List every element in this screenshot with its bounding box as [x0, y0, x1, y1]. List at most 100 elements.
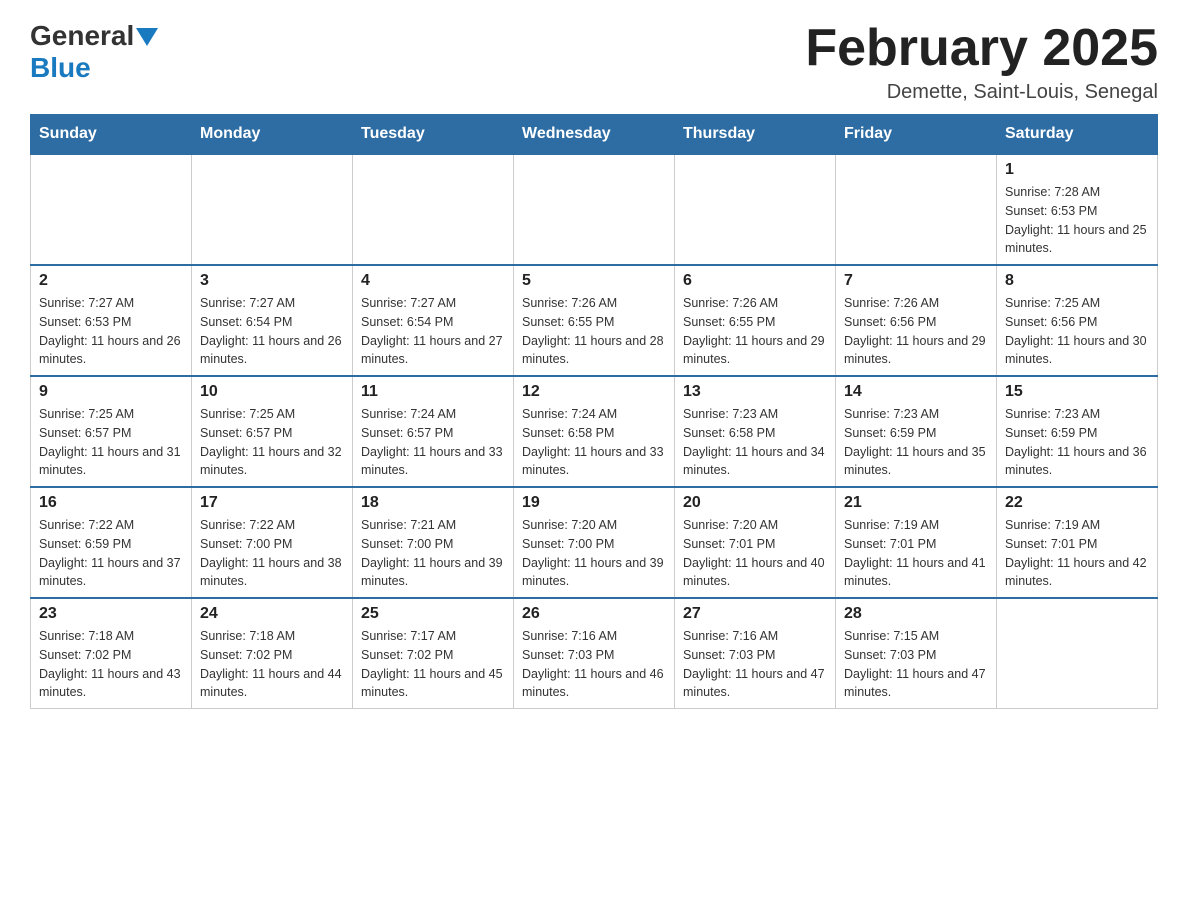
- day-number: 19: [522, 494, 666, 512]
- calendar-cell: 19 Sunrise: 7:20 AMSunset: 7:00 PMDayligh…: [514, 487, 675, 598]
- day-number: 8: [1005, 272, 1149, 290]
- day-info: Sunrise: 7:23 AMSunset: 6:58 PMDaylight:…: [683, 405, 827, 480]
- day-info: Sunrise: 7:26 AMSunset: 6:55 PMDaylight:…: [683, 294, 827, 369]
- day-of-week-thursday: Thursday: [675, 115, 836, 155]
- day-number: 16: [39, 494, 183, 512]
- calendar-cell: [31, 154, 192, 265]
- day-number: 1: [1005, 161, 1149, 179]
- day-number: 21: [844, 494, 988, 512]
- calendar-cell: 9Sunrise: 7:25 AMSunset: 6:57 PMDaylight…: [31, 376, 192, 487]
- calendar-cell: [836, 154, 997, 265]
- calendar-cell: 24Sunrise: 7:18 AMSunset: 7:02 PMDayligh…: [192, 598, 353, 709]
- day-number: 9: [39, 383, 183, 401]
- calendar-cell: 18 Sunrise: 7:21 AMSunset: 7:00 PMDayligh…: [353, 487, 514, 598]
- calendar-week-3: 9 Sunrise: 7:25 AMSunset: 6:57 PMDaylight…: [31, 376, 1158, 487]
- day-info: Sunrise: 7:20 AMSunset: 7:00 PMDaylight:…: [522, 516, 666, 591]
- calendar-cell: 11 Sunrise: 7:24 AMSunset: 6:57 PMDayligh…: [353, 376, 514, 487]
- day-info: Sunrise: 7:28 AMSunset: 6:53 PMDaylight:…: [1005, 183, 1149, 258]
- day-info: Sunrise: 7:21 AMSunset: 7:00 PMDaylight:…: [361, 516, 505, 591]
- day-number: 4: [361, 272, 505, 290]
- day-number: 5: [522, 272, 666, 290]
- calendar-week-4: 16 Sunrise: 7:22 AMSunset: 6:59 PMDayligh…: [31, 487, 1158, 598]
- day-info: Sunrise: 7:18 AMSunset: 7:02 PMDaylight:…: [39, 627, 183, 702]
- day-info: Sunrise: 7:18 AMSunset: 7:02 PMDaylight:…: [200, 627, 344, 702]
- day-info: Sunrise: 7:25 AMSunset: 6:57 PMDaylight:…: [200, 405, 344, 480]
- logo-blue-text: Blue: [30, 52, 91, 83]
- calendar-cell: [997, 598, 1158, 709]
- day-info: Sunrise: 7:23 AMSunset: 6:59 PMDaylight:…: [844, 405, 988, 480]
- calendar-cell: 10Sunrise: 7:25 AMSunset: 6:57 PMDayligh…: [192, 376, 353, 487]
- day-info: Sunrise: 7:27 AMSunset: 6:53 PMDaylight:…: [39, 294, 183, 369]
- day-info: Sunrise: 7:22 AMSunset: 6:59 PMDaylight:…: [39, 516, 183, 591]
- day-number: 25: [361, 605, 505, 623]
- calendar-body: 1 Sunrise: 7:28 AMSunset: 6:53 PMDaylight…: [31, 154, 1158, 709]
- day-number: 27: [683, 605, 827, 623]
- day-info: Sunrise: 7:27 AMSunset: 6:54 PMDaylight:…: [200, 294, 344, 369]
- page-title: February 2025: [805, 20, 1158, 77]
- calendar-cell: 21 Sunrise: 7:19 AMSunset: 7:01 PMDayligh…: [836, 487, 997, 598]
- calendar-cell: 15 Sunrise: 7:23 AMSunset: 6:59 PMDayligh…: [997, 376, 1158, 487]
- calendar-cell: 3 Sunrise: 7:27 AMSunset: 6:54 PMDaylight…: [192, 265, 353, 376]
- day-number: 3: [200, 272, 344, 290]
- calendar-cell: 17 Sunrise: 7:22 AMSunset: 7:00 PMDayligh…: [192, 487, 353, 598]
- calendar-cell: 12 Sunrise: 7:24 AMSunset: 6:58 PMDayligh…: [514, 376, 675, 487]
- day-number: 20: [683, 494, 827, 512]
- day-number: 2: [39, 272, 183, 290]
- day-number: 11: [361, 383, 505, 401]
- day-of-week-wednesday: Wednesday: [514, 115, 675, 155]
- calendar-cell: 26 Sunrise: 7:16 AMSunset: 7:03 PMDayligh…: [514, 598, 675, 709]
- calendar-cell: 2 Sunrise: 7:27 AMSunset: 6:53 PMDaylight…: [31, 265, 192, 376]
- day-info: Sunrise: 7:19 AMSunset: 7:01 PMDaylight:…: [1005, 516, 1149, 591]
- day-info: Sunrise: 7:27 AMSunset: 6:54 PMDaylight:…: [361, 294, 505, 369]
- calendar-header: SundayMondayTuesdayWednesdayThursdayFrid…: [31, 115, 1158, 155]
- day-number: 18: [361, 494, 505, 512]
- day-info: Sunrise: 7:24 AMSunset: 6:58 PMDaylight:…: [522, 405, 666, 480]
- day-info: Sunrise: 7:16 AMSunset: 7:03 PMDaylight:…: [683, 627, 827, 702]
- calendar-cell: 16 Sunrise: 7:22 AMSunset: 6:59 PMDayligh…: [31, 487, 192, 598]
- day-info: Sunrise: 7:19 AMSunset: 7:01 PMDaylight:…: [844, 516, 988, 591]
- day-number: 28: [844, 605, 988, 623]
- logo-general-text: General: [30, 20, 134, 52]
- day-number: 12: [522, 383, 666, 401]
- page-header: General Blue February 2025 Demette, Sain…: [30, 20, 1158, 104]
- calendar-week-2: 2 Sunrise: 7:27 AMSunset: 6:53 PMDaylight…: [31, 265, 1158, 376]
- calendar-cell: 25 Sunrise: 7:17 AMSunset: 7:02 PMDayligh…: [353, 598, 514, 709]
- calendar-table: SundayMondayTuesdayWednesdayThursdayFrid…: [30, 114, 1158, 709]
- day-of-week-friday: Friday: [836, 115, 997, 155]
- calendar-week-1: 1 Sunrise: 7:28 AMSunset: 6:53 PMDaylight…: [31, 154, 1158, 265]
- calendar-cell: [353, 154, 514, 265]
- calendar-cell: 27 Sunrise: 7:16 AMSunset: 7:03 PMDayligh…: [675, 598, 836, 709]
- calendar-cell: 14 Sunrise: 7:23 AMSunset: 6:59 PMDayligh…: [836, 376, 997, 487]
- calendar-cell: 4 Sunrise: 7:27 AMSunset: 6:54 PMDaylight…: [353, 265, 514, 376]
- day-of-week-saturday: Saturday: [997, 115, 1158, 155]
- day-number: 26: [522, 605, 666, 623]
- day-number: 15: [1005, 383, 1149, 401]
- calendar-cell: 13Sunrise: 7:23 AMSunset: 6:58 PMDayligh…: [675, 376, 836, 487]
- day-info: Sunrise: 7:17 AMSunset: 7:02 PMDaylight:…: [361, 627, 505, 702]
- logo: General Blue: [30, 20, 158, 84]
- calendar-week-5: 23 Sunrise: 7:18 AMSunset: 7:02 PMDayligh…: [31, 598, 1158, 709]
- day-info: Sunrise: 7:26 AMSunset: 6:56 PMDaylight:…: [844, 294, 988, 369]
- calendar-cell: [192, 154, 353, 265]
- day-info: Sunrise: 7:16 AMSunset: 7:03 PMDaylight:…: [522, 627, 666, 702]
- day-number: 23: [39, 605, 183, 623]
- day-number: 14: [844, 383, 988, 401]
- calendar-cell: 5Sunrise: 7:26 AMSunset: 6:55 PMDaylight…: [514, 265, 675, 376]
- day-info: Sunrise: 7:25 AMSunset: 6:56 PMDaylight:…: [1005, 294, 1149, 369]
- calendar-cell: 7 Sunrise: 7:26 AMSunset: 6:56 PMDaylight…: [836, 265, 997, 376]
- day-number: 7: [844, 272, 988, 290]
- day-info: Sunrise: 7:23 AMSunset: 6:59 PMDaylight:…: [1005, 405, 1149, 480]
- day-info: Sunrise: 7:22 AMSunset: 7:00 PMDaylight:…: [200, 516, 344, 591]
- calendar-cell: [514, 154, 675, 265]
- day-info: Sunrise: 7:20 AMSunset: 7:01 PMDaylight:…: [683, 516, 827, 591]
- day-number: 17: [200, 494, 344, 512]
- calendar-cell: 8 Sunrise: 7:25 AMSunset: 6:56 PMDaylight…: [997, 265, 1158, 376]
- calendar-cell: 22Sunrise: 7:19 AMSunset: 7:01 PMDayligh…: [997, 487, 1158, 598]
- day-of-week-monday: Monday: [192, 115, 353, 155]
- title-block: February 2025 Demette, Saint-Louis, Sene…: [805, 20, 1158, 104]
- day-info: Sunrise: 7:24 AMSunset: 6:57 PMDaylight:…: [361, 405, 505, 480]
- calendar-cell: [675, 154, 836, 265]
- day-of-week-sunday: Sunday: [31, 115, 192, 155]
- calendar-cell: 6 Sunrise: 7:26 AMSunset: 6:55 PMDaylight…: [675, 265, 836, 376]
- day-number: 6: [683, 272, 827, 290]
